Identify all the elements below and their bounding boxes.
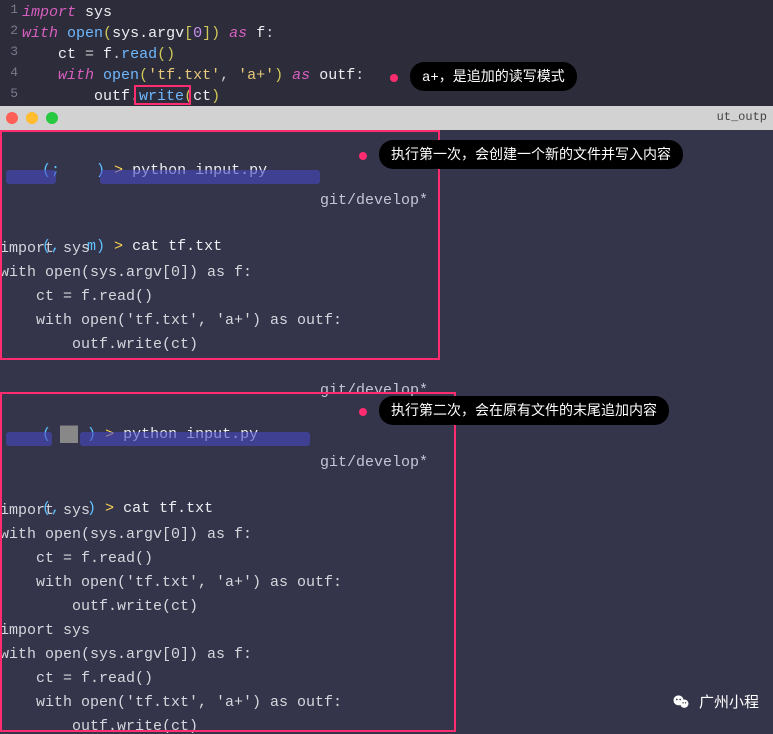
annotation-dot [359,408,367,416]
terminal-output: with open(sys.argv[0]) as f: [0,262,252,284]
watermark-text: 广州小程 [699,691,759,712]
terminal-output: with open('tf.txt', 'a+') as outf: [0,572,342,594]
line-num: 1 [4,2,18,17]
terminal-output: import sys [0,238,90,260]
code-line[interactable]: outf.write(ct) [22,86,220,107]
minimize-icon[interactable] [26,112,38,124]
terminal-output: import sys [0,620,90,642]
redacted [6,432,52,446]
terminal-output: outf.write(ct) [0,596,198,618]
window-controls [6,112,58,124]
terminal-output: ct = f.read() [0,668,153,690]
annotation-bubble: a+，是追加的读写模式 [410,62,577,91]
redacted [80,432,310,446]
line-num: 3 [4,44,18,59]
terminal-output: ct = f.read() [0,286,153,308]
editor-gutter: 1 2 3 4 5 [0,0,18,106]
annotation-bubble: 执行第一次，会创建一个新的文件并写入内容 [379,140,683,169]
git-branch: git/develop* [320,452,428,474]
code-editor: 1 2 3 4 5 import sys with open(sys.argv[… [0,0,773,106]
redacted [100,170,320,184]
terminal-output: outf.write(ct) [0,716,198,734]
watermark: 广州小程 [671,691,759,712]
terminal-output: with open(sys.argv[0]) as f: [0,524,252,546]
terminal-output: outf.write(ct) [0,334,198,356]
code-line[interactable]: import sys [22,2,112,23]
maximize-icon[interactable] [46,112,58,124]
code-line[interactable]: ct = f.read() [22,44,175,65]
annotation-dot [359,152,367,160]
annotation-text: 执行第二次，会在原有文件的末尾追加内容 [391,400,657,420]
wechat-icon [671,692,691,712]
terminal[interactable]: (; ) > python input.py git/develop* (, m… [0,130,773,734]
terminal-output: import sys [0,500,90,522]
annotation-text: 执行第一次，会创建一个新的文件并写入内容 [391,144,671,164]
terminal-output: with open('tf.txt', 'a+') as outf: [0,310,342,332]
git-branch: git/develop* [320,190,428,212]
line-num: 4 [4,65,18,80]
redacted [6,170,56,184]
annotation-dot [390,74,398,82]
annotation-text: a+，是追加的读写模式 [422,66,565,86]
code-line[interactable]: with open(sys.argv[0]) as f: [22,23,274,44]
tab-title: ut_outp [717,110,767,124]
terminal-output: with open(sys.argv[0]) as f: [0,644,252,666]
close-icon[interactable] [6,112,18,124]
terminal-tab-bar: ut_outp [0,106,773,130]
terminal-output: ct = f.read() [0,548,153,570]
line-num: 2 [4,23,18,38]
annotation-bubble: 执行第二次，会在原有文件的末尾追加内容 [379,396,669,425]
line-num: 5 [4,86,18,101]
code-line[interactable]: with open('tf.txt', 'a+') as outf: [22,65,364,86]
terminal-output: with open('tf.txt', 'a+') as outf: [0,692,342,714]
